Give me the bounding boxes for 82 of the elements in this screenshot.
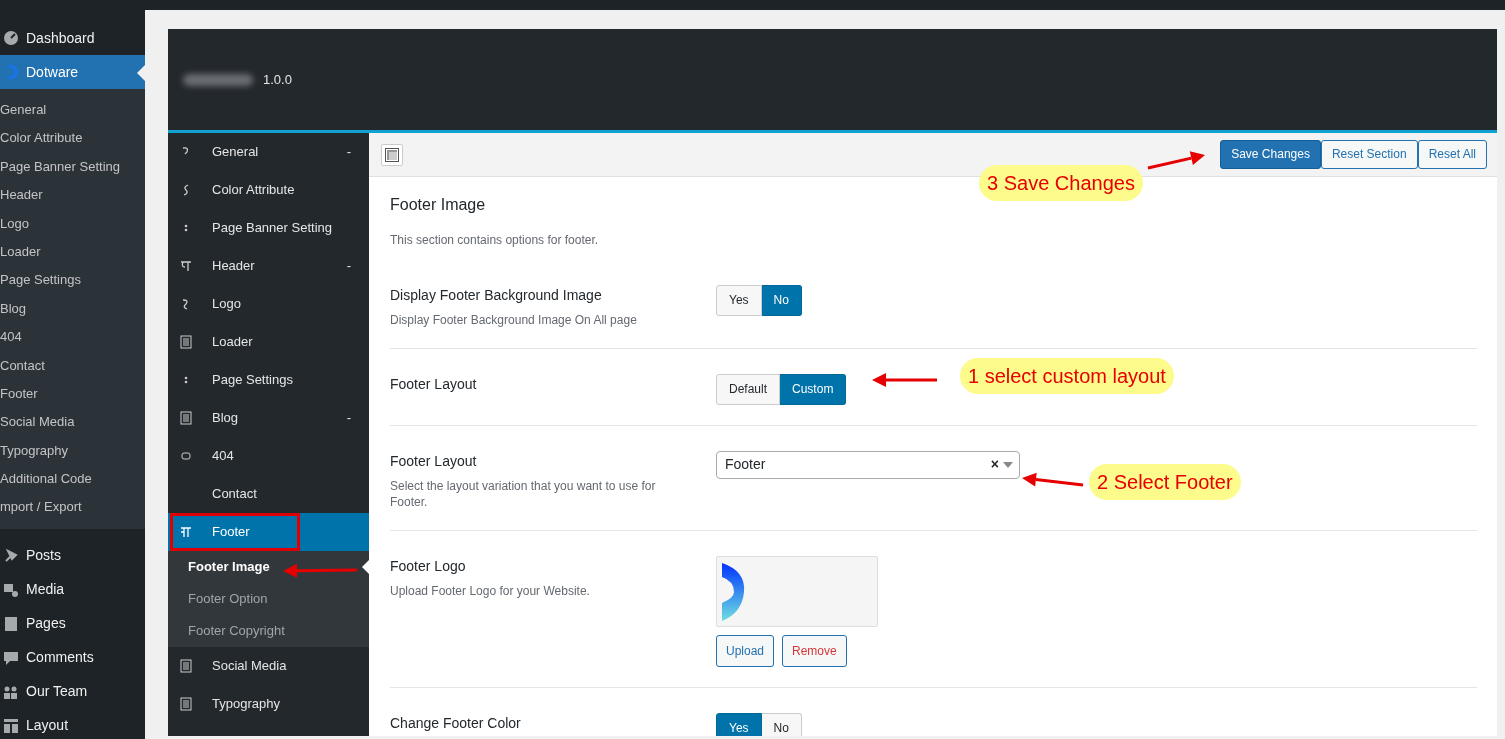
toggle-option[interactable]: Yes — [716, 285, 762, 316]
glyph-icon — [180, 697, 192, 711]
field-description: Display Footer Background Image On All page — [390, 312, 638, 329]
submenu-item[interactable]: Color Attribute — [0, 124, 145, 153]
glyph-icon — [180, 259, 192, 273]
layout-icon[interactable] — [381, 143, 403, 166]
annotation-callout: 3 Save Changes — [979, 165, 1143, 201]
options-menu-item[interactable]: Typography — [168, 685, 369, 723]
glyph-icon — [180, 411, 192, 425]
field-label: Footer Logo — [390, 557, 467, 577]
save-button[interactable]: Save Changes — [1220, 140, 1321, 169]
clear-icon[interactable]: × — [990, 454, 999, 476]
annotation-arrow — [872, 373, 937, 387]
options-menu-item[interactable]: Color Attribute — [168, 171, 369, 209]
submenu-item[interactable]: 404 — [0, 323, 145, 352]
blurred-logo — [183, 73, 253, 86]
menu-item[interactable]: Our Team — [0, 674, 145, 709]
toggle-option[interactable]: Default — [716, 374, 781, 405]
options-menu-item[interactable]: Social Media — [168, 647, 369, 685]
glyph-icon — [180, 335, 192, 349]
toggle-option[interactable]: No — [761, 713, 802, 736]
submenu-item[interactable]: Typography — [0, 436, 145, 466]
annotation-arrow — [1147, 151, 1205, 170]
annotation-callout: 1 select custom layout — [960, 358, 1174, 394]
submenu-item[interactable]: Loader — [0, 237, 145, 267]
submenu-item[interactable]: Page Settings — [0, 266, 145, 295]
select-field[interactable]: Footer × — [716, 450, 1020, 479]
field-label: Display Footer Background Image — [390, 286, 603, 306]
options-menu-item[interactable]: Contact — [168, 475, 369, 513]
options-menu-item[interactable]: Logo — [168, 285, 369, 323]
menu-item[interactable]: Dotware — [0, 55, 145, 89]
submenu-item[interactable]: General — [0, 96, 145, 125]
upload-button[interactable]: Upload — [716, 635, 775, 668]
options-menu-item[interactable]: Blog - — [168, 399, 369, 437]
options-submenu-item[interactable]: Footer Option — [168, 583, 369, 615]
menu-item[interactable]: Dashboard — [0, 21, 145, 55]
options-menu-item[interactable]: Loader — [168, 323, 369, 361]
annotation-callout: 2 Select Footer — [1089, 464, 1241, 500]
field-label: Footer Layout — [390, 451, 478, 471]
caret-icon — [1003, 461, 1013, 468]
submenu-item[interactable]: mport / Export — [0, 493, 145, 522]
options-submenu-item[interactable]: Footer Image — [168, 551, 369, 583]
toggle-option[interactable]: Yes — [716, 713, 762, 736]
field-label: Change Footer Color — [390, 714, 522, 734]
page-icon — [2, 614, 20, 633]
section-title: Footer Image — [390, 195, 487, 215]
glyph-icon — [180, 525, 192, 539]
toggle-option[interactable]: No — [761, 285, 802, 316]
remove-button[interactable]: Remove — [782, 635, 847, 668]
menu-item[interactable]: Pages — [0, 606, 145, 641]
menu-item[interactable]: Media — [0, 572, 145, 607]
options-submenu-item[interactable]: Footer Copyright — [168, 615, 369, 647]
submenu-item[interactable]: Social Media — [0, 408, 145, 437]
submenu-item[interactable]: Page Banner Setting — [0, 152, 145, 182]
submenu-item[interactable]: Footer — [0, 379, 145, 409]
field-label: Footer Layout — [390, 375, 478, 395]
submenu-item[interactable]: Contact — [0, 351, 145, 380]
grid-icon — [2, 716, 20, 735]
menu-item[interactable]: Layout — [0, 708, 145, 739]
submenu-item[interactable]: Logo — [0, 209, 145, 238]
options-menu-item[interactable]: 404 — [168, 437, 369, 475]
field-description: Select the layout variation that you want to use for Footer. — [390, 477, 657, 511]
reset-button[interactable]: Reset Section — [1320, 140, 1418, 169]
options-menu-item[interactable]: Header - — [168, 247, 369, 285]
version-text: 1.0.0 — [263, 70, 292, 89]
submenu-item[interactable]: Additional Code — [0, 465, 145, 494]
menu-item[interactable]: Posts — [0, 538, 145, 573]
field-description: Upload Footer Logo for your Website. — [390, 583, 591, 600]
menu-item[interactable]: Comments — [0, 640, 145, 675]
options-menu-item[interactable]: General - — [168, 133, 369, 171]
annotation-arrow — [1022, 472, 1084, 487]
reset-button[interactable]: Reset All — [1417, 140, 1487, 169]
section-description: This section contains options for footer. — [390, 232, 600, 250]
glyph-icon — [180, 659, 192, 673]
circle-logo-icon — [2, 63, 20, 81]
submenu-item[interactable]: Blog — [0, 294, 145, 324]
submenu-item[interactable]: Header — [0, 181, 145, 210]
crescent-logo-icon — [722, 562, 746, 621]
toggle-option[interactable]: Custom — [780, 374, 847, 405]
glyph-icon — [180, 449, 192, 463]
options-menu-item[interactable]: Page Banner Setting — [168, 209, 369, 247]
options-menu-item[interactable]: Page Settings — [168, 361, 369, 399]
